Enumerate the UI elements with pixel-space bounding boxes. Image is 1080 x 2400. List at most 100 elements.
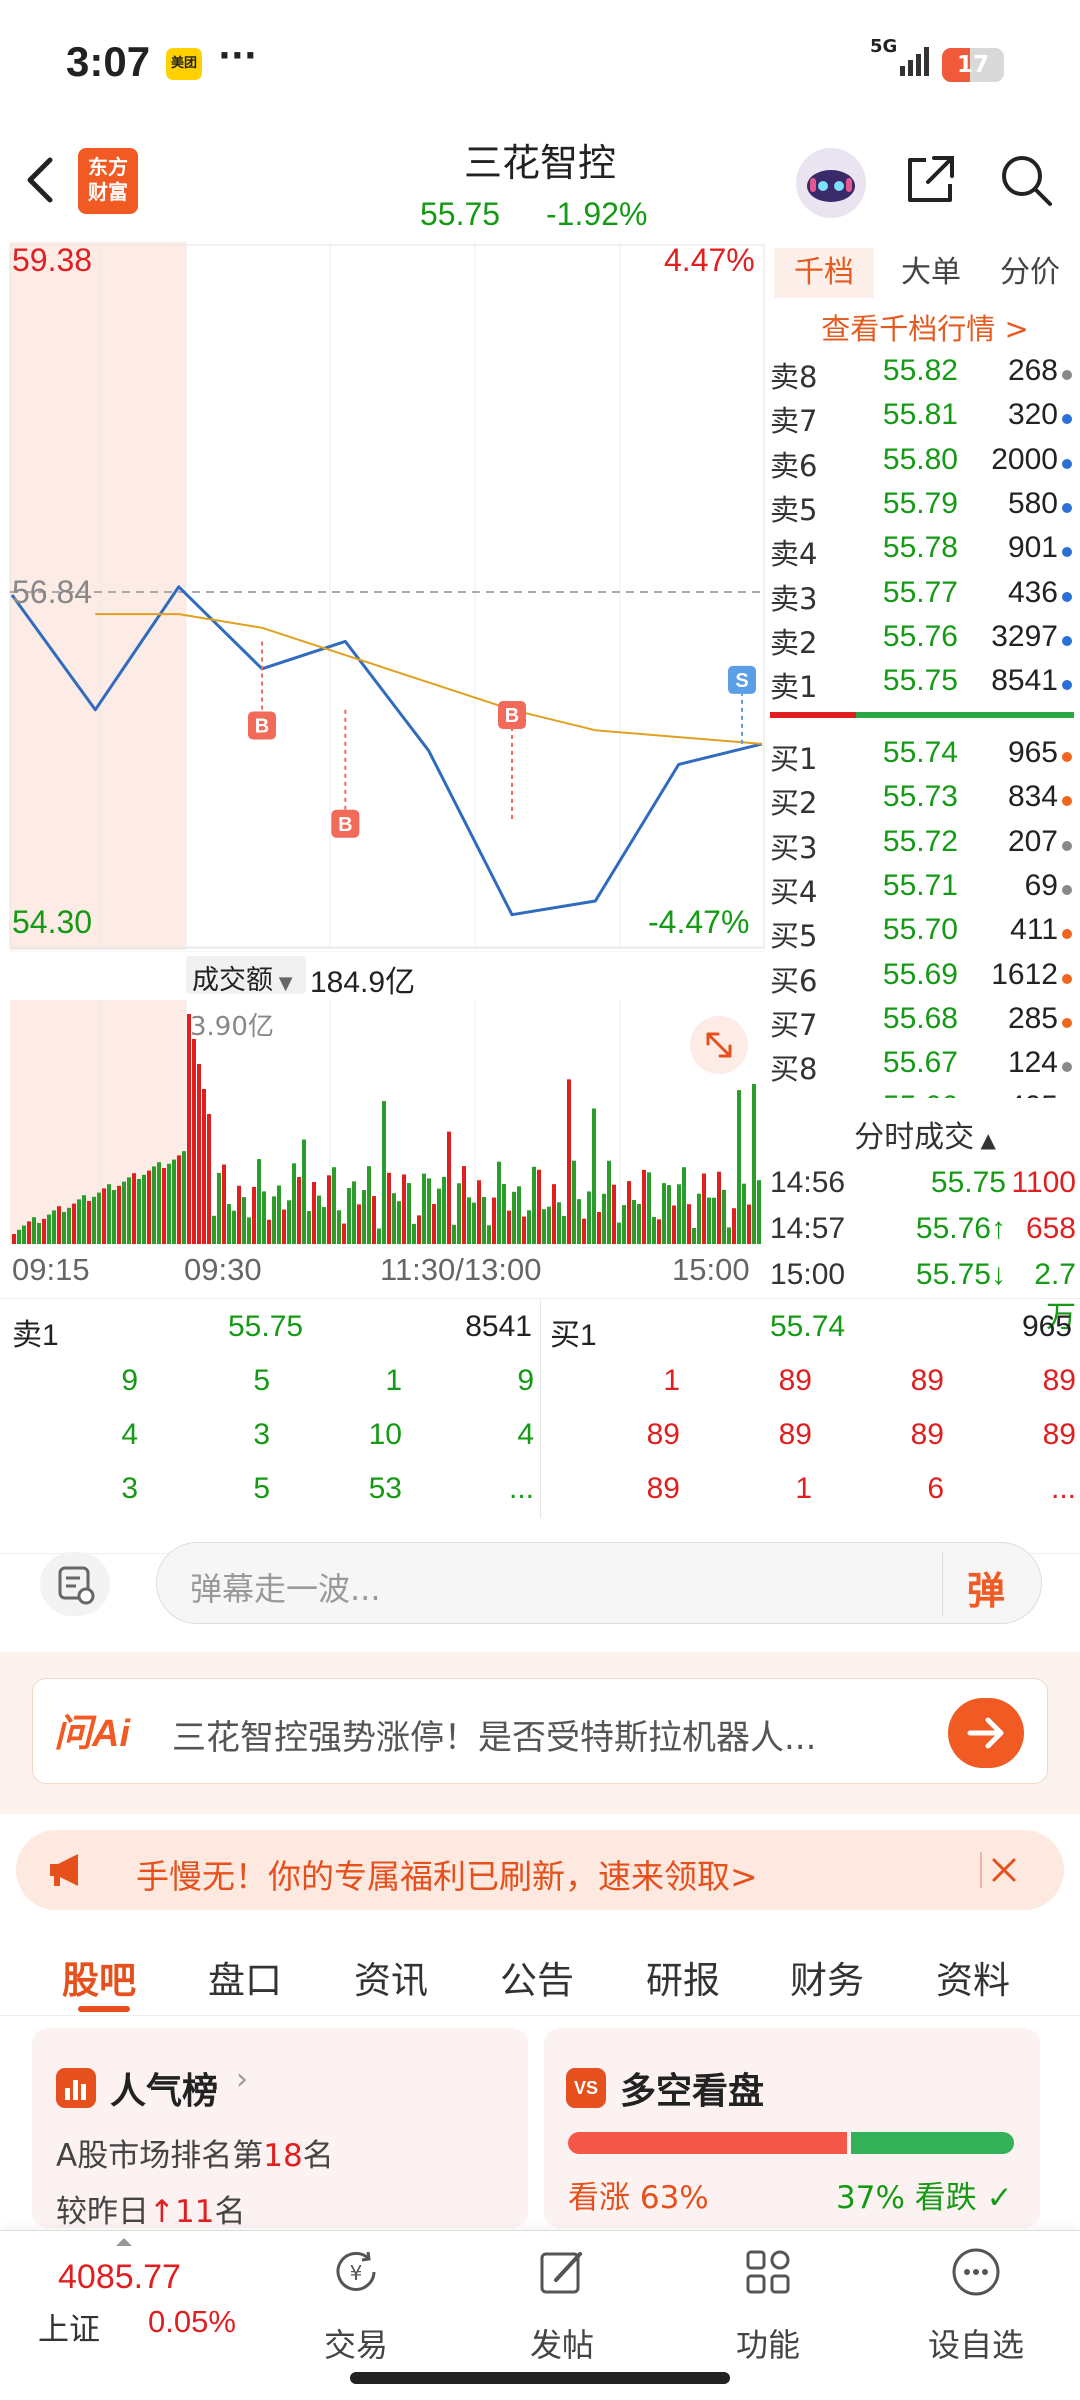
book-qty: 965 [1007, 736, 1058, 769]
buy-level-row[interactable]: 买3 55.72 207 [770, 821, 1080, 865]
volume-bar [367, 1166, 371, 1244]
volume-bar [742, 1183, 746, 1244]
ticks-title[interactable]: 分时成交 ▲ [770, 1112, 1080, 1156]
robot-assistant-icon[interactable] [796, 148, 866, 218]
tab-fenjia[interactable]: 分价 [980, 248, 1080, 298]
home-indicator[interactable] [350, 2372, 730, 2384]
close-icon[interactable] [982, 1848, 1026, 1892]
buy-level-row[interactable]: 买5 55.70 411 [770, 909, 1080, 953]
volume-bar [527, 1210, 531, 1244]
app-logo[interactable]: 东方 财富 [78, 148, 138, 214]
robot-face-icon [807, 170, 855, 202]
volume-type-dropdown[interactable]: 成交额 ▼ [186, 956, 306, 996]
nav-functions-label: 功能 [735, 2326, 800, 2364]
danmaku-settings-button[interactable] [40, 1552, 110, 1616]
volume-bar [172, 1159, 176, 1244]
tab-dadan[interactable]: 大单 [886, 248, 976, 298]
average-price-line [95, 613, 763, 745]
volume-bar [557, 1202, 561, 1244]
volume-bar [377, 1228, 381, 1244]
nav-functions[interactable]: 功能 [698, 2236, 838, 2366]
ai-go-button[interactable] [948, 1698, 1024, 1768]
book-qty: 69 [1024, 868, 1058, 902]
book-dot-icon [1062, 414, 1072, 425]
sell-queue-cell: 10 [368, 1418, 402, 1451]
tick-time: 15:00 [770, 1258, 846, 1291]
nav-post[interactable]: 发帖 [492, 2236, 632, 2366]
book-level-label: 买7 [770, 1007, 818, 1042]
book-level-label: 买2 [770, 786, 818, 821]
bear-label[interactable]: 37% 看跌 ✓ [836, 2172, 1013, 2217]
back-icon[interactable] [20, 150, 60, 210]
volume-bar [587, 1191, 591, 1244]
bull-label: 看涨 63% [568, 2180, 709, 2216]
tab-guba[interactable]: 股吧 [62, 1950, 136, 2004]
change-prefix: 较昨日 [56, 2194, 149, 2230]
tab-gonggao[interactable]: 公告 [500, 1950, 574, 2004]
buy-level-row[interactable]: 买6 55.69 1612 [770, 954, 1080, 998]
search-icon[interactable] [996, 150, 1056, 210]
buy-level-row[interactable]: 买7 55.68 285 [770, 998, 1080, 1042]
tab-yanbao[interactable]: 研报 [646, 1950, 720, 2004]
sell-level-row[interactable]: 卖2 55.76 3297 [770, 616, 1080, 660]
volume-bar [627, 1181, 631, 1244]
sell-level-row[interactable]: 卖8 55.82 268 [770, 350, 1080, 394]
megaphone-icon [50, 1854, 78, 1886]
tab-qiandang[interactable]: 千档 [774, 248, 874, 298]
buy-level-row[interactable]: 买8 55.67 124 [770, 1042, 1080, 1086]
share-icon[interactable] [900, 150, 960, 210]
danmaku-send-button[interactable]: 弹 [942, 1552, 1042, 1616]
tab-caiwu[interactable]: 财务 [790, 1950, 864, 2004]
volume-bar [717, 1171, 721, 1244]
volume-bar [17, 1229, 21, 1244]
book-price: 55.77 [882, 575, 958, 609]
ai-question-text[interactable]: 三花智控强势涨停！是否受特斯拉机器人... [172, 1710, 912, 1759]
volume-bar [657, 1219, 661, 1244]
sell-level-row[interactable]: 卖4 55.78 901 [770, 527, 1080, 571]
book-level-label: 卖7 [770, 404, 818, 439]
danmaku-send-label: 弹 [967, 1569, 1006, 1613]
book-dot-icon [1062, 884, 1072, 895]
volume-bar [177, 1155, 181, 1244]
promo-text[interactable]: 手慢无！你的专属福利已刷新，速来领取> [136, 1850, 758, 1898]
nav-add-watchlist[interactable]: 设自选 [906, 2236, 1046, 2366]
tab-ziliao[interactable]: 资料 [936, 1950, 1010, 2004]
sell-level-row[interactable]: 卖5 55.79 580 [770, 483, 1080, 527]
book-qty: 124 [1007, 1046, 1058, 1080]
volume-bar [112, 1190, 116, 1244]
expand-chart-button[interactable] [690, 1016, 748, 1074]
volume-bar [322, 1207, 326, 1244]
level1-sell-qty: 8541 [465, 1310, 532, 1343]
buy-level-row[interactable]: 买1 55.74 965 [770, 732, 1080, 776]
sell-level-row[interactable]: 卖3 55.77 436 [770, 572, 1080, 616]
stock-price: 55.75 [420, 196, 501, 232]
buy-level-row[interactable]: 买4 55.71 69 [770, 865, 1080, 909]
time-tick-930: 09:30 [184, 1252, 262, 1287]
change-suffix: 名 [214, 2194, 246, 2230]
index-value[interactable]: 4085.77 [58, 2258, 181, 2297]
sell-level-row[interactable]: 卖1 55.75 8541 [770, 660, 1080, 704]
book-level-label: 卖1 [770, 670, 818, 705]
volume-bar [537, 1169, 541, 1244]
book-divider-green [856, 712, 1074, 718]
volume-bar [292, 1163, 296, 1244]
volume-bar [182, 1151, 186, 1244]
nav-trade[interactable]: ¥ 交易 [286, 2236, 426, 2366]
volume-bar [197, 1064, 201, 1244]
volume-bar [642, 1169, 646, 1244]
volume-bar [662, 1183, 666, 1244]
volume-bar [162, 1168, 166, 1244]
volume-bar [417, 1215, 421, 1244]
sell-level-row[interactable]: 卖7 55.81 320 [770, 394, 1080, 438]
tab-zixun[interactable]: 资讯 [354, 1950, 428, 2004]
tab-pankou[interactable]: 盘口 [208, 1950, 282, 2004]
collapse-arrow-icon[interactable] [116, 2236, 132, 2246]
volume-bar [392, 1193, 396, 1244]
level1-divider [540, 1300, 541, 1518]
sell-level-row[interactable]: 卖6 55.80 2000 [770, 439, 1080, 483]
view-qiandang-link[interactable]: 查看千档行情 > [770, 306, 1080, 348]
buy-level-row[interactable]: 买2 55.73 834 [770, 776, 1080, 820]
battery-level: 17 [956, 52, 989, 78]
popularity-change-line: 较昨日↑11名 [56, 2186, 245, 2231]
intraday-chart[interactable]: B B B S [0, 242, 765, 952]
